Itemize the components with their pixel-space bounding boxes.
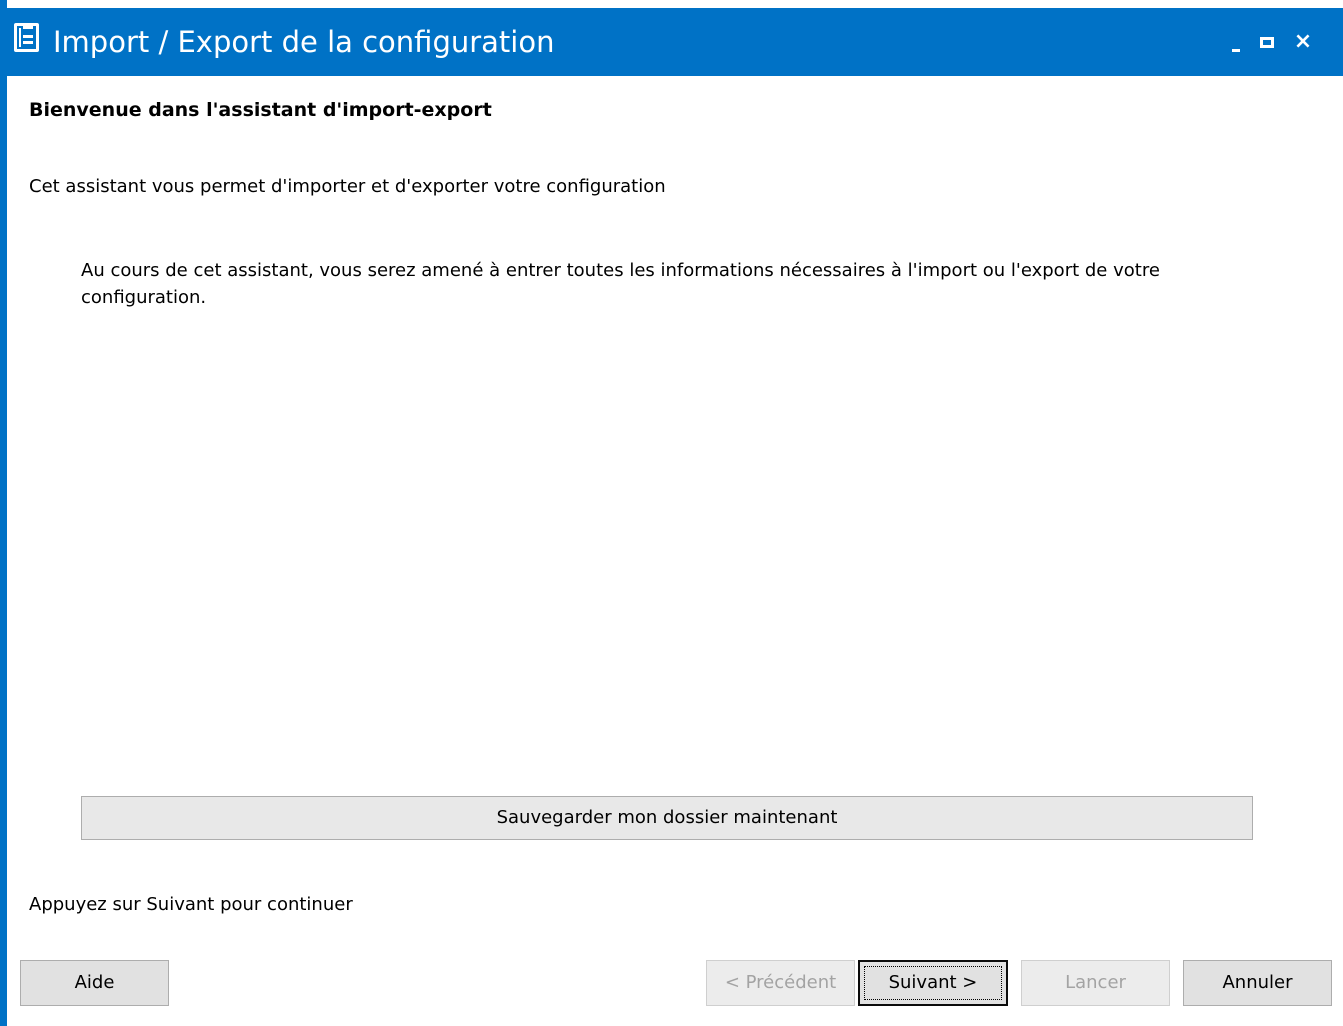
continue-hint: Appuyez sur Suivant pour continuer	[29, 894, 353, 915]
window-title: Import / Export de la configuration	[53, 25, 555, 59]
title-bar[interactable]: Import / Export de la configuration ×	[7, 8, 1343, 76]
next-button[interactable]: Suivant >	[858, 960, 1008, 1006]
save-folder-button[interactable]: Sauvegarder mon dossier maintenant	[81, 796, 1253, 840]
wizard-intro: Cet assistant vous permet d'importer et …	[29, 176, 666, 197]
close-icon: ×	[1293, 29, 1313, 54]
wizard-list-icon	[14, 23, 39, 52]
cancel-button[interactable]: Annuler	[1183, 960, 1332, 1006]
wizard-heading: Bienvenue dans l'assistant d'import-expo…	[29, 99, 492, 121]
cancel-button-label: Annuler	[1222, 972, 1293, 993]
maximize-button[interactable]	[1251, 8, 1283, 76]
minimize-button[interactable]	[1219, 8, 1251, 76]
previous-button-label: < Précédent	[724, 972, 837, 993]
wizard-window: Import / Export de la configuration × Bi…	[0, 0, 1343, 1026]
help-button-label: Aide	[74, 972, 115, 993]
help-button[interactable]: Aide	[20, 960, 169, 1006]
previous-button[interactable]: < Précédent	[706, 960, 855, 1006]
close-button[interactable]: ×	[1287, 8, 1319, 76]
wizard-description: Au cours de cet assistant, vous serez am…	[81, 260, 1160, 308]
focus-ring	[864, 966, 1002, 1000]
launch-button[interactable]: Lancer	[1021, 960, 1170, 1006]
launch-button-label: Lancer	[1065, 972, 1126, 993]
